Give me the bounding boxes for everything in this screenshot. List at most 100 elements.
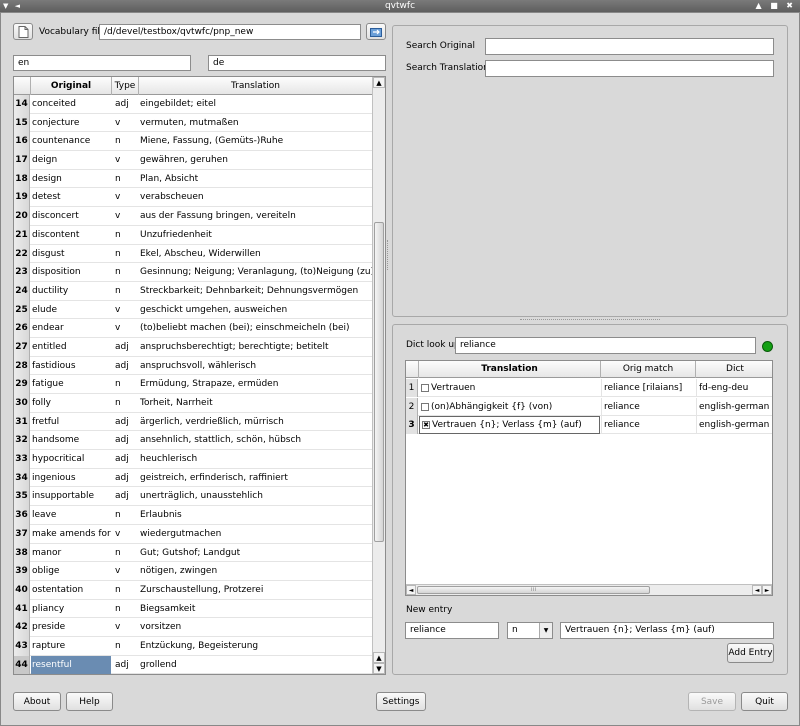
table-row[interactable]: 14 conceited adj eingebildet; eitel	[14, 95, 373, 114]
column-header-type[interactable]: Type	[112, 77, 139, 95]
cell-translation[interactable]: vermuten, mutmaßen	[139, 114, 373, 133]
cell-translation[interactable]: Biegsamkeit	[139, 600, 373, 619]
search-original-input[interactable]	[485, 38, 774, 55]
add-entry-button[interactable]: Add Entry	[727, 643, 774, 663]
cell-type[interactable]: n	[112, 600, 138, 619]
cell-type[interactable]: adj	[112, 338, 138, 357]
cell-translation[interactable]: gewähren, geruhen	[139, 151, 373, 170]
vocab-table[interactable]: Original Type Translation 14 conceited adj…	[13, 76, 386, 675]
table-row[interactable]: 24 ductility n Streckbarkeit; Dehnbarkeit; …	[14, 281, 373, 301]
table-row[interactable]: 27 entitled adj anspruchsberechtigt; berech…	[14, 337, 373, 357]
cell-type[interactable]: v	[112, 618, 138, 637]
cell-translation[interactable]: anspruchsberechtigt; berechtigte; betite…	[139, 338, 373, 357]
column-header-original[interactable]: Original	[31, 77, 112, 95]
scroll-up-icon[interactable]: ▲	[373, 652, 385, 663]
row-number[interactable]: 27	[14, 337, 30, 357]
table-row[interactable]: 39 oblige v nötigen, zwingen	[14, 562, 373, 581]
cell-translation[interactable]: ✖ Vertrauen {n}; Verlass {m} (auf)	[419, 416, 600, 434]
scroll-down-icon[interactable]: ▼	[373, 663, 385, 674]
save-button[interactable]: Save	[688, 692, 736, 711]
cell-dict[interactable]: english-german	[696, 397, 772, 416]
cell-translation[interactable]: Erlaubnis	[139, 506, 373, 525]
row-number[interactable]: 43	[14, 636, 30, 656]
cell-translation[interactable]: vorsitzen	[139, 618, 373, 637]
cell-translation[interactable]: Zurschaustellung, Protzerei	[139, 581, 373, 600]
row-number[interactable]: 40	[14, 580, 30, 600]
row-number[interactable]: 31	[14, 412, 30, 432]
row-number[interactable]: 24	[14, 281, 30, 301]
cell-type[interactable]: n	[112, 544, 138, 563]
cell-original[interactable]: discontent	[31, 226, 111, 245]
new-entry-original-input[interactable]: reliance	[405, 622, 499, 639]
row-number[interactable]: 28	[14, 356, 30, 376]
cell-translation[interactable]: (on)Abhängigkeit {f} (von)	[419, 398, 600, 416]
cell-original[interactable]: design	[31, 170, 111, 189]
cell-translation[interactable]: eingebildet; eitel	[139, 95, 373, 114]
table-row[interactable]: 23 disposition n Gesinnung; Neigung; Veranl…	[14, 263, 373, 282]
cell-type[interactable]: n	[112, 170, 138, 189]
table-row[interactable]: 38 manor n Gut; Gutshof; Landgut	[14, 543, 373, 563]
quit-button[interactable]: Quit	[741, 692, 788, 711]
scroll-left-icon[interactable]: ◄	[752, 585, 762, 595]
cell-type[interactable]: adj	[112, 431, 138, 450]
table-row[interactable]: 3 ✖ Vertrauen {n}; Verlass {m} (auf) relian…	[406, 416, 772, 434]
chevron-down-icon[interactable]: ▼	[539, 623, 552, 638]
row-number[interactable]: 41	[14, 599, 30, 619]
row-number[interactable]: 30	[14, 394, 30, 413]
table-row[interactable]: 30 folly n Torheit, Narrheit	[14, 394, 373, 413]
cell-translation[interactable]: ansehnlich, stattlich, schön, hübsch	[139, 431, 373, 450]
cell-translation[interactable]: grollend	[139, 656, 373, 674]
cell-original[interactable]: conjecture	[31, 114, 111, 133]
cell-original[interactable]: leave	[31, 506, 111, 525]
row-number[interactable]: 17	[14, 151, 30, 170]
column-header-dict[interactable]: Dict	[696, 361, 772, 378]
cell-type[interactable]: n	[112, 132, 138, 151]
row-number[interactable]: 38	[14, 543, 30, 563]
checkbox[interactable]	[421, 402, 429, 411]
cell-type[interactable]: v	[112, 151, 138, 170]
table-row[interactable]: 15 conjecture v vermuten, mutmaßen	[14, 113, 373, 133]
cell-translation[interactable]: verabscheuen	[139, 188, 373, 207]
row-number[interactable]: 26	[14, 319, 30, 338]
cell-original[interactable]: folly	[31, 394, 111, 413]
row-number[interactable]: 22	[14, 244, 30, 264]
cell-translation[interactable]: geistreich, erfinderisch, raffiniert	[139, 469, 373, 488]
row-number[interactable]: 20	[14, 207, 30, 226]
table-row[interactable]: 18 design n Plan, Absicht	[14, 169, 373, 189]
open-file-button[interactable]	[366, 23, 386, 40]
row-number[interactable]: 18	[14, 169, 30, 189]
cell-translation[interactable]: (to)beliebt machen (bei); einschmeicheln…	[139, 319, 373, 338]
table-row[interactable]: 36 leave n Erlaubnis	[14, 506, 373, 525]
table-row[interactable]: 33 hypocritical adj heuchlerisch	[14, 450, 373, 469]
cell-type[interactable]: adj	[112, 413, 138, 432]
window-controls-icon[interactable]: ▲ ■ ✖	[756, 0, 797, 12]
search-translation-input[interactable]	[485, 60, 774, 77]
table-row[interactable]: 2 (on)Abhängigkeit {f} (von) reliance engli…	[406, 397, 772, 416]
table-row[interactable]: 31 fretful adj ärgerlich, verdrießlich, mür…	[14, 412, 373, 432]
cell-original[interactable]: disposition	[31, 263, 111, 282]
settings-button[interactable]: Settings	[376, 692, 426, 711]
cell-original[interactable]: insupportable	[31, 487, 111, 506]
cell-translation[interactable]: Gut; Gutshof; Landgut	[139, 544, 373, 563]
vertical-splitter[interactable]	[387, 240, 390, 270]
checkbox[interactable]: ✖	[422, 421, 430, 429]
table-row[interactable]: 43 rapture n Entzückung, Begeisterung	[14, 636, 373, 656]
table-row[interactable]: 1 Vertrauen reliance [rilaians] fd-eng-deu	[406, 379, 772, 397]
scrollbar-thumb[interactable]: ⁞⁞⁞	[417, 586, 650, 594]
cell-orig-match[interactable]: reliance	[601, 416, 695, 434]
target-language-field[interactable]: de	[208, 55, 386, 71]
table-row[interactable]: 40 ostentation n Zurschaustellung, Protzere…	[14, 580, 373, 600]
row-number[interactable]: 32	[14, 431, 30, 451]
cell-translation[interactable]: unerträglich, unausstehlich	[139, 487, 373, 506]
row-number[interactable]: 23	[14, 263, 30, 282]
table-row[interactable]: 25 elude v geschickt umgehen, ausweichen	[14, 300, 373, 320]
cell-type[interactable]: n	[112, 375, 138, 394]
table-row[interactable]: 41 pliancy n Biegsamkeit	[14, 599, 373, 619]
cell-type[interactable]: adj	[112, 656, 138, 674]
row-number[interactable]: 34	[14, 468, 30, 488]
cell-original[interactable]: deign	[31, 151, 111, 170]
row-number[interactable]: 33	[14, 450, 30, 469]
cell-type[interactable]: v	[112, 301, 138, 320]
row-number[interactable]: 44	[14, 655, 30, 674]
table-row[interactable]: 19 detest v verabscheuen	[14, 188, 373, 208]
